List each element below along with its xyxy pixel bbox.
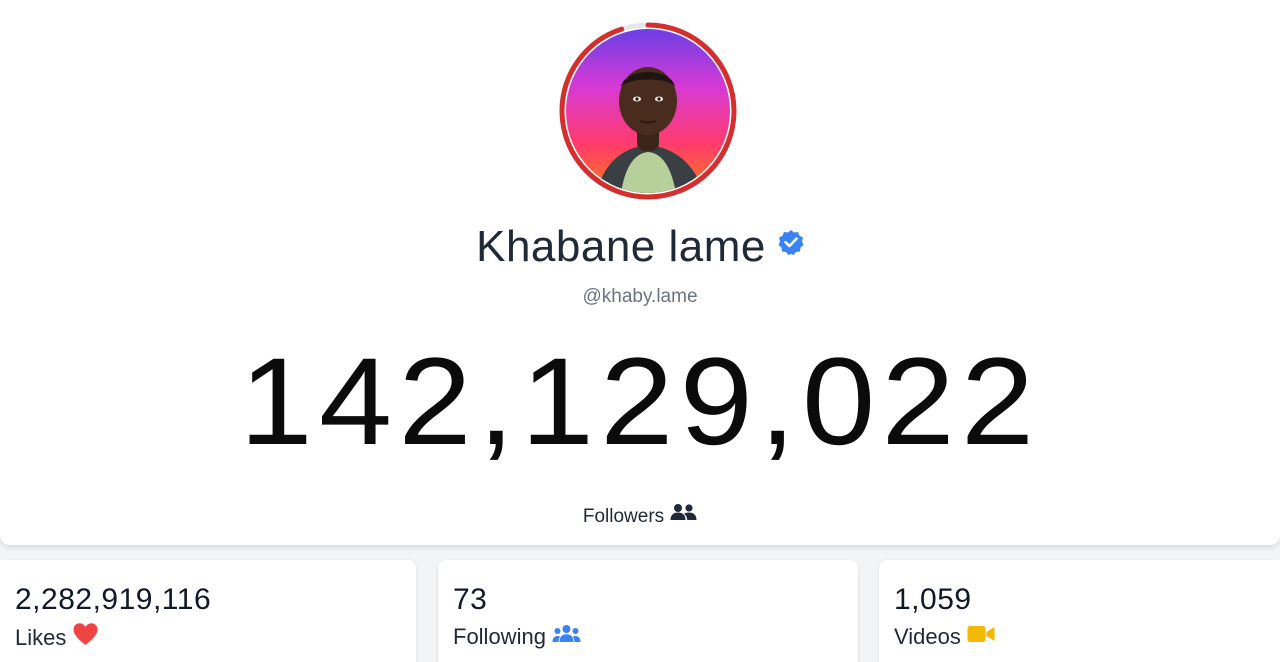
following-count: 73 — [453, 583, 488, 616]
likes-count: 2,282,919,116 — [15, 583, 212, 616]
followers-label-row: Followers — [0, 503, 1280, 529]
display-name: Khabane lame — [476, 222, 766, 271]
heart-icon — [72, 622, 99, 652]
profile-card: Khabane lame @khaby.lame 142,129,022 Fol… — [0, 0, 1280, 545]
stat-card-likes[interactable]: 2,282,919,116 Likes — [0, 560, 416, 662]
following-label-row: Following — [453, 624, 581, 651]
followers-count: 142,129,022 — [239, 333, 1041, 471]
likes-label-row: Likes — [15, 622, 99, 654]
stat-card-videos[interactable]: 1,059 Videos — [879, 560, 1280, 662]
followers-label: Followers — [582, 506, 665, 528]
profile-handle: @khaby.lame — [582, 286, 698, 307]
stat-card-following[interactable]: 73 Following — [438, 560, 858, 662]
profile-page: Khabane lame @khaby.lame 142,129,022 Fol… — [0, 0, 1280, 662]
following-label: Following — [453, 624, 546, 649]
likes-label: Likes — [15, 624, 67, 650]
avatar — [566, 29, 730, 193]
video-camera-icon — [967, 623, 995, 649]
verified-badge-icon — [778, 229, 804, 260]
avatar-wrap[interactable] — [557, 20, 739, 202]
name-row: Khabane lame — [0, 222, 1280, 272]
videos-label-row: Videos — [894, 624, 995, 651]
users-icon — [552, 623, 581, 649]
users-icon — [670, 503, 697, 527]
videos-label: Videos — [894, 624, 961, 649]
videos-count: 1,059 — [894, 583, 972, 616]
